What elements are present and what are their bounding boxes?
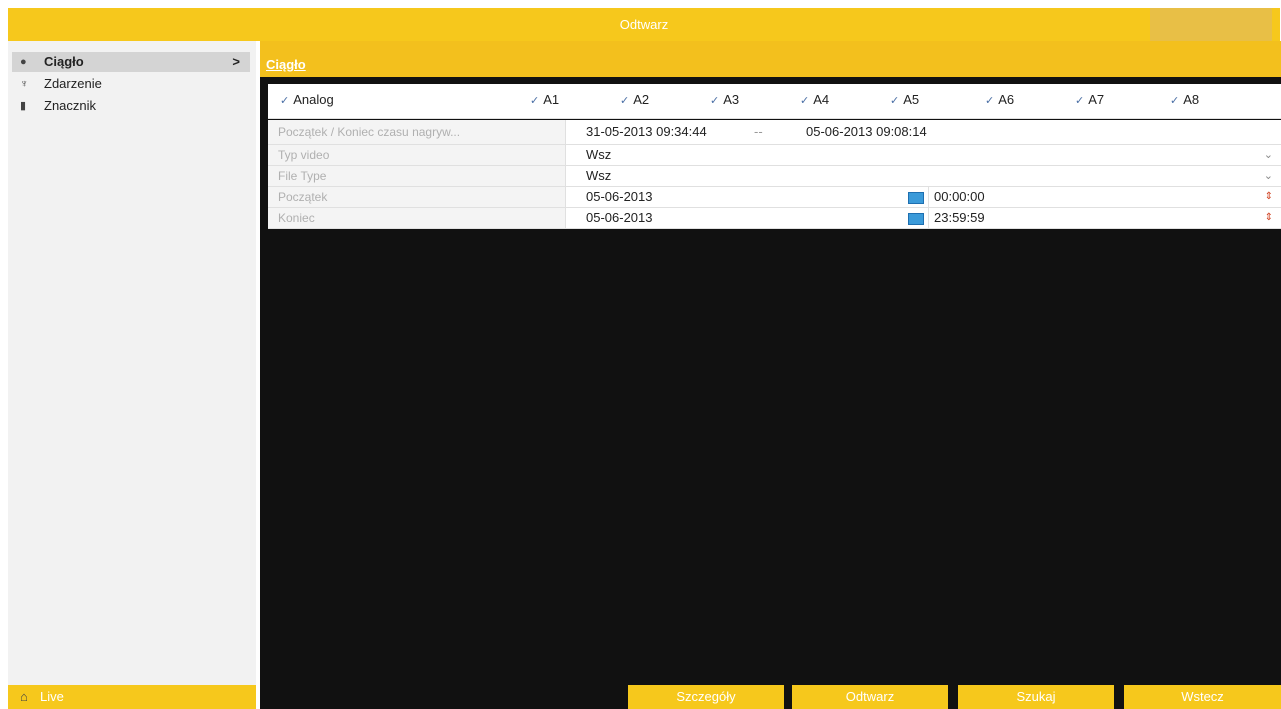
trophy-icon: ♆ [20,78,29,90]
field-divider [928,187,929,207]
sidebar-item-zdarzenie[interactable]: ♆ Zdarzenie [12,74,250,94]
checkbox-analog[interactable]: ✓ Analog [280,92,334,107]
end-date-field[interactable]: 05-06-2013 [586,210,653,225]
checkbox-label: A3 [723,92,740,107]
play-button[interactable]: Odtwarz [792,685,948,709]
spinner-icon[interactable]: ⇕ [1265,191,1273,202]
check-icon: ✓ [985,95,995,107]
search-button[interactable]: Szukaj [958,685,1114,709]
checkbox-a5[interactable]: ✓ A5 [890,92,919,107]
sidebar-item-label: Znacznik [44,98,97,113]
start-time-field[interactable]: 00:00:00 [934,189,985,204]
main-header: Ciągło [260,41,1281,77]
chevron-down-icon[interactable]: ⌄ [1264,169,1273,182]
title-bar: Odtwarz [8,8,1280,41]
sidebar-item-ciaglo[interactable]: ● Ciągło > [12,52,250,72]
video-type-row[interactable]: Typ video Wsz ⌄ [268,145,1281,166]
start-date-field[interactable]: 05-06-2013 [586,189,653,204]
title-bar-right-block [1150,8,1272,41]
spinner-icon[interactable]: ⇕ [1265,212,1273,223]
checkbox-a1[interactable]: ✓ A1 [530,92,559,107]
end-label: Koniec [268,208,566,228]
chevron-down-icon[interactable]: ⌄ [1264,148,1273,161]
checkbox-label: A7 [1088,92,1105,107]
main-panel: Ciągło ✓ Analog ✓ A1 ✓ A2 ✓ A3 ✓ A4 ✓ A5 ✓ [260,41,1281,709]
check-icon: ✓ [280,95,290,107]
file-type-label: File Type [268,166,566,186]
file-type-select[interactable]: Wsz [586,168,611,183]
checkbox-a7[interactable]: ✓ A7 [1075,92,1104,107]
sidebar: ● Ciągło > ♆ Zdarzenie ▮ Znacznik [8,41,256,685]
record-range-row: Początek / Koniec czasu nagryw... 31-05-… [268,120,1281,145]
check-icon: ✓ [1075,95,1085,107]
end-time-field[interactable]: 23:59:59 [934,210,985,225]
calendar-icon[interactable] [908,213,924,225]
video-type-select[interactable]: Wsz [586,147,611,162]
checkbox-a6[interactable]: ✓ A6 [985,92,1014,107]
sidebar-item-label: Ciągło [44,54,84,69]
record-range-dash: -- [754,124,763,139]
field-divider [928,208,929,228]
checkbox-a8[interactable]: ✓ A8 [1170,92,1199,107]
record-range-start: 31-05-2013 09:34:44 [586,124,707,139]
channels-row: ✓ Analog ✓ A1 ✓ A2 ✓ A3 ✓ A4 ✓ A5 ✓ A6 ✓ A7 [268,84,1281,119]
video-type-label: Typ video [268,145,566,165]
calendar-icon[interactable] [908,192,924,204]
search-form: ✓ Analog ✓ A1 ✓ A2 ✓ A3 ✓ A4 ✓ A5 ✓ A6 ✓ A7 [268,84,1281,274]
check-icon: ✓ [710,95,720,107]
bookmark-icon: ▮ [20,100,27,112]
check-icon: ✓ [800,95,810,107]
back-button[interactable]: Wstecz [1124,685,1281,709]
live-label: Live [40,689,64,704]
checkbox-label: A6 [998,92,1015,107]
checkbox-a3[interactable]: ✓ A3 [710,92,739,107]
check-icon: ✓ [620,95,630,107]
check-icon: ✓ [530,95,540,107]
checkbox-label: Analog [293,92,334,107]
end-row: Koniec 05-06-2013 23:59:59 ⇕ [268,208,1281,229]
checkbox-label: A1 [543,92,560,107]
checkbox-a2[interactable]: ✓ A2 [620,92,649,107]
start-row: Początek 05-06-2013 00:00:00 ⇕ [268,187,1281,208]
record-range-end: 05-06-2013 09:08:14 [806,124,927,139]
start-label: Początek [268,187,566,207]
circle-icon: ● [20,56,27,68]
details-button[interactable]: Szczegóły [628,685,784,709]
checkbox-label: A2 [633,92,650,107]
record-range-label: Początek / Koniec czasu nagryw... [268,120,566,144]
checkbox-label: A5 [903,92,920,107]
file-type-row[interactable]: File Type Wsz ⌄ [268,166,1281,187]
check-icon: ✓ [1170,95,1180,107]
window-title: Odtwarz [619,17,669,32]
section-tab-ciaglo[interactable]: Ciągło [266,57,306,72]
checkbox-label: A8 [1183,92,1200,107]
live-button[interactable]: ⌂ Live [8,685,256,709]
check-icon: ✓ [890,95,900,107]
checkbox-a4[interactable]: ✓ A4 [800,92,829,107]
checkbox-label: A4 [813,92,830,107]
chevron-right-icon: > [232,54,240,69]
home-icon: ⌂ [20,689,28,704]
sidebar-item-label: Zdarzenie [44,76,102,91]
sidebar-item-znacznik[interactable]: ▮ Znacznik [12,96,250,116]
